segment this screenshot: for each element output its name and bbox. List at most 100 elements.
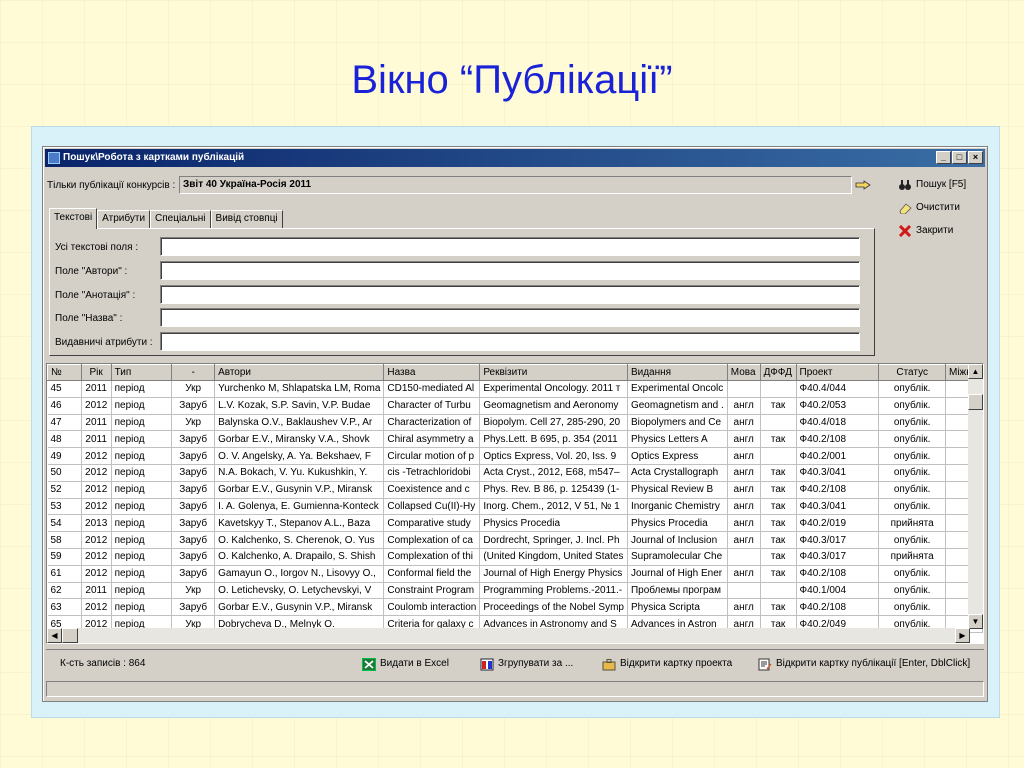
cell-lang: англ: [727, 397, 761, 415]
scroll-left-button[interactable]: ◀: [47, 628, 62, 643]
clear-button[interactable]: Очистити: [898, 198, 960, 218]
cell-dffd: так: [760, 565, 797, 583]
cell-lang: англ: [727, 414, 761, 432]
tab-attributes[interactable]: Атрибути: [97, 210, 151, 228]
open-publication-card-button[interactable]: Відкрити картку публікації [Enter, DblCl…: [758, 658, 970, 671]
cell-origin: Заруб: [171, 430, 216, 449]
hscroll-thumb[interactable]: [62, 628, 78, 643]
column-header-details[interactable]: Реквізити: [479, 364, 628, 381]
column-header-title[interactable]: Назва: [383, 364, 481, 381]
cell-origin: Укр: [171, 380, 216, 398]
pointing-hand-icon[interactable]: [855, 179, 871, 191]
cell-details: Programming Problems.-2011.-: [479, 582, 628, 600]
table-row[interactable]: 61 2012 період Заруб Gamayun O., Iorgov N., …: [47, 565, 983, 583]
export-excel-button[interactable]: Видати в Excel: [362, 658, 449, 671]
search-button[interactable]: Пошук [F5]: [898, 175, 966, 195]
cell-details: Physics Procedia: [479, 514, 628, 533]
table-row[interactable]: 54 2013 період Заруб Kavetskyy T., Stepanov …: [47, 514, 983, 533]
window-title: Пошук\Робота з картками публікацій: [63, 152, 245, 163]
cell-journal: Experimental Oncolc: [627, 380, 728, 398]
column-header-journal[interactable]: Видання: [626, 364, 728, 381]
column-header-status[interactable]: Статус: [878, 364, 946, 381]
contest-filter-value[interactable]: Звіт 40 Україна-Росія 2011: [179, 176, 852, 194]
table-row[interactable]: 48 2011 період Заруб Gorbar E.V., Miransky V…: [47, 430, 983, 449]
cell-type: період: [111, 430, 173, 449]
cell-project: Ф40.2/108: [796, 430, 880, 449]
table-header: № Рік Тип - Автори Назва Реквізити Видання Мова Д…: [47, 364, 983, 381]
name-input[interactable]: [161, 309, 859, 326]
vertical-scrollbar[interactable]: ▲ ▼: [968, 364, 983, 629]
table-row[interactable]: 50 2012 період Заруб N.A. Bokach, V. Yu. Kuk…: [47, 464, 983, 482]
scroll-thumb[interactable]: [968, 394, 983, 410]
scroll-up-button[interactable]: ▲: [968, 364, 983, 379]
column-header-year[interactable]: Рік: [80, 364, 112, 381]
tab-special[interactable]: Спеціальні: [150, 210, 211, 228]
tab-text[interactable]: Текстові: [49, 208, 98, 229]
cell-dffd: так: [760, 548, 797, 566]
cell-year: 2012: [81, 464, 112, 482]
table-row[interactable]: 62 2011 період Укр O. Letichevsky, O. Letych…: [47, 582, 983, 600]
column-header-dffd[interactable]: ДФФД: [759, 364, 797, 381]
cell-details: (United Kingdom, United States: [479, 548, 628, 566]
scroll-right-button[interactable]: ▶: [955, 628, 970, 643]
cell-year: 2012: [81, 481, 112, 499]
window-titlebar[interactable]: Пошук\Робота з картками публікацій _ □ ×: [45, 149, 985, 167]
table-row[interactable]: 45 2011 період Укр Yurchenko M, Shlapatska L…: [47, 380, 983, 398]
column-header-origin[interactable]: -: [171, 364, 216, 381]
column-header-lang[interactable]: Мова: [726, 364, 761, 381]
cell-details: Inorg. Chem., 2012, V 51, № 1: [479, 498, 628, 516]
open-project-card-button[interactable]: Відкрити картку проекта: [602, 658, 732, 671]
horizontal-scrollbar[interactable]: ◀ ▶: [47, 628, 970, 643]
column-header-project[interactable]: Проект: [795, 364, 880, 381]
cell-type: період: [111, 598, 173, 617]
cell-year: 2012: [81, 397, 112, 415]
cell-dffd: так: [760, 498, 797, 516]
cell-lang: англ: [727, 514, 761, 533]
cell-num: 54: [47, 514, 82, 533]
cell-status: опублік.: [878, 447, 946, 465]
tab-output-columns[interactable]: Вивід стовпці: [210, 210, 283, 228]
status-bar: К-сть записів : 864 Видати в Excel Згруп…: [46, 649, 984, 679]
all-text-input[interactable]: [161, 238, 859, 255]
table-row[interactable]: 52 2012 період Заруб Gorbar E.V., Gusynin V.…: [47, 481, 983, 499]
close-window-button[interactable]: ×: [968, 151, 983, 164]
cell-journal: Physical Review B: [627, 481, 728, 499]
column-header-num[interactable]: №: [47, 364, 82, 381]
cell-details: Journal of High Energy Physics: [479, 565, 628, 583]
column-header-authors[interactable]: Автори: [214, 364, 385, 381]
cell-project: Ф40.2/108: [796, 565, 880, 583]
cell-status: опублік.: [878, 414, 946, 432]
cell-dffd: так: [760, 531, 797, 549]
table-row[interactable]: 49 2012 період Заруб O. V. Angelsky, A. Ya. …: [47, 447, 983, 465]
column-header-type[interactable]: Тип: [110, 364, 173, 381]
cell-year: 2011: [81, 414, 112, 432]
table-row[interactable]: 63 2012 період Заруб Gorbar E.V., Gusynin V.…: [47, 598, 983, 617]
table-row[interactable]: 53 2012 період Заруб I. A. Golenya, E. Gumie…: [47, 498, 983, 516]
scroll-down-button[interactable]: ▼: [968, 614, 983, 629]
minimize-button[interactable]: _: [936, 151, 951, 164]
close-button[interactable]: Закрити: [898, 221, 953, 241]
maximize-button[interactable]: □: [952, 151, 967, 164]
cell-num: 61: [47, 565, 82, 583]
all-text-field[interactable]: [160, 237, 860, 256]
authors-field[interactable]: [160, 261, 860, 280]
table-row[interactable]: 59 2012 період Заруб O. Kalchenko, A. Drapai…: [47, 548, 983, 566]
table-row[interactable]: 47 2011 період Укр Balynska O.V., Baklaushev…: [47, 414, 983, 432]
visible-attrs-input[interactable]: [161, 333, 859, 350]
group-by-button[interactable]: Згрупувати за ...: [480, 658, 573, 671]
cell-lang: англ: [727, 447, 761, 465]
cell-authors: Gamayun O., Iorgov N., Lisovyy O.,: [214, 565, 385, 583]
cell-dffd: так: [760, 481, 797, 499]
authors-input[interactable]: [161, 262, 859, 279]
abstract-input[interactable]: [161, 286, 859, 303]
table-row[interactable]: 58 2012 період Заруб O. Kalchenko, S. Cheren…: [47, 531, 983, 549]
name-field[interactable]: [160, 308, 860, 327]
cell-origin: Заруб: [171, 481, 216, 499]
cell-lang: англ: [727, 464, 761, 482]
abstract-field[interactable]: [160, 285, 860, 304]
table-row[interactable]: 46 2012 період Заруб L.V. Kozak, S.P. Savin,…: [47, 397, 983, 415]
binoculars-icon: [899, 180, 911, 190]
visible-attrs-field[interactable]: [160, 332, 860, 351]
cell-details: Experimental Oncology. 2011 т: [479, 380, 628, 398]
cell-type: період: [111, 414, 173, 432]
